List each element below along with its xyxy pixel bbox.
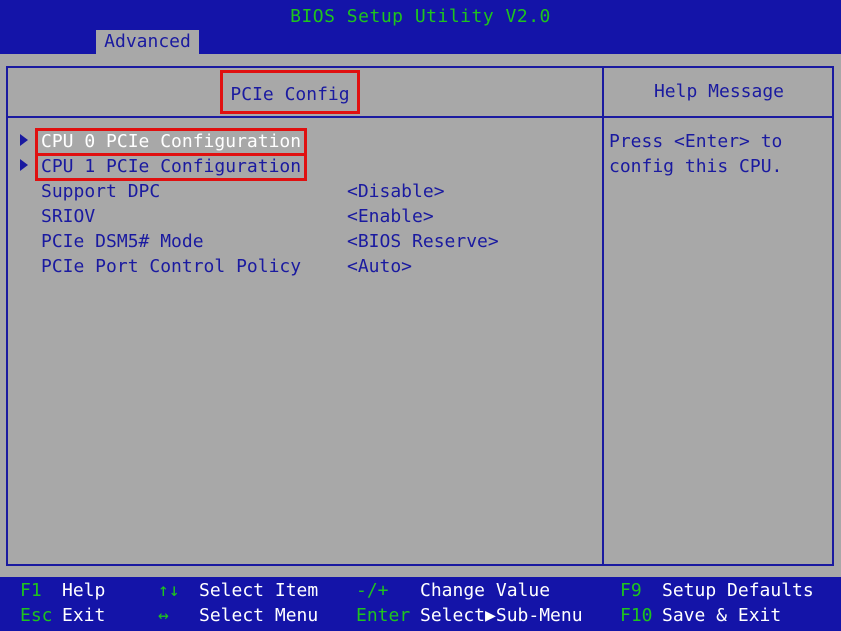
key-enter: Enter: [356, 605, 411, 626]
submenu-cpu1-pcie-config[interactable]: CPU 1 PCIe Configuration: [35, 153, 308, 181]
help-message: Press <Enter> to config this CPU.: [609, 129, 829, 179]
panel-divider-horizontal: [6, 116, 834, 118]
key-sub-menu-label: Select▶Sub-Menu: [420, 605, 583, 626]
help-line: config this CPU.: [609, 156, 783, 177]
key-f1: F1: [20, 580, 42, 601]
setting-value-pcie-dsm5-mode[interactable]: <BIOS Reserve>: [347, 229, 499, 254]
section-title: PCIe Config: [220, 70, 360, 114]
key-minus-plus: -/+: [356, 580, 389, 601]
key-esc-label: Exit: [62, 605, 106, 626]
key-select-item-label: Select Item: [199, 580, 319, 601]
setting-value-support-dpc[interactable]: <Disable>: [347, 179, 445, 204]
key-change-value-label: Change Value: [420, 580, 551, 601]
key-select-menu-label: Select Menu: [199, 605, 319, 626]
setting-label-support-dpc: Support DPC: [41, 181, 161, 202]
app-title: BIOS Setup Utility V2.0: [290, 6, 551, 27]
help-line: Press <Enter> to: [609, 131, 783, 152]
up-down-arrows-icon: ↑↓: [158, 580, 180, 601]
left-right-arrows-icon: ↔: [158, 605, 169, 626]
setting-label-pcie-port-control-policy: PCIe Port Control Policy: [41, 256, 302, 277]
help-title: Help Message: [653, 81, 785, 102]
key-legend-bar: F1 Help Esc Exit ↑↓ Select Item ↔ Select…: [0, 577, 841, 631]
title-bar: BIOS Setup Utility V2.0 Advanced: [0, 0, 841, 54]
key-esc: Esc: [20, 605, 53, 626]
submenu-cpu0-pcie-config[interactable]: CPU 0 PCIe Configuration: [35, 128, 308, 156]
panel-divider-vertical: [602, 66, 604, 566]
key-f1-label: Help: [62, 580, 106, 601]
key-f10: F10: [620, 605, 653, 626]
tab-advanced[interactable]: Advanced: [96, 30, 199, 54]
setting-value-pcie-port-control-policy[interactable]: <Auto>: [347, 254, 412, 279]
key-save-exit-label: Save & Exit: [662, 605, 782, 626]
submenu-arrow-icon: [20, 159, 28, 171]
key-setup-defaults-label: Setup Defaults: [662, 580, 814, 601]
key-f9: F9: [620, 580, 642, 601]
setting-label-pcie-dsm5-mode: PCIe DSM5# Mode: [41, 231, 204, 252]
submenu-arrow-icon: [20, 134, 28, 146]
setting-label-sriov: SRIOV: [41, 206, 96, 227]
setting-value-sriov[interactable]: <Enable>: [347, 204, 434, 229]
